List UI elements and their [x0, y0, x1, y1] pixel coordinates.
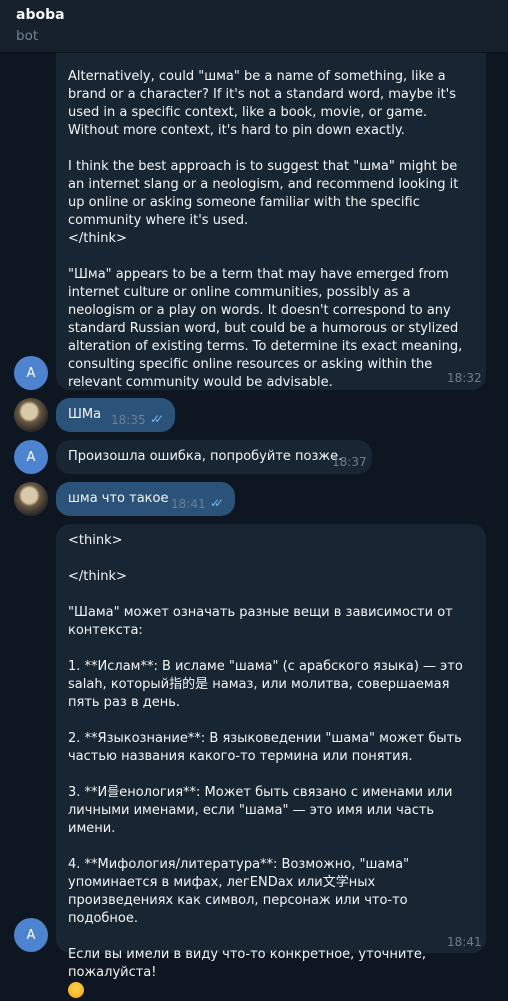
double-check-icon: ✓✓ [210, 496, 224, 510]
chat-header[interactable]: aboba bot [0, 0, 508, 53]
message-bubble-outgoing[interactable]: шма что такое [56, 482, 235, 516]
avatar-letter: A [26, 449, 36, 465]
bot-avatar[interactable]: A [14, 918, 48, 952]
message-text: Произошла ошибка, попробуйте позже. [68, 449, 343, 464]
smiling-face-icon [68, 982, 84, 998]
user-avatar[interactable] [14, 398, 48, 432]
message-text: ШМа [68, 407, 102, 422]
message-bubble-incoming[interactable]: word or sound effect. Alternatively, cou… [56, 22, 486, 390]
message-text: word or sound effect. Alternatively, cou… [68, 33, 463, 390]
message-text: <think> </think> "Шама" может означать р… [68, 533, 463, 980]
message-text: шма что такое [68, 491, 169, 506]
message-time: 18:32 [447, 371, 482, 385]
chat-title[interactable]: aboba [16, 7, 65, 23]
chat-status: bot [16, 28, 39, 44]
message-time: 18:37 [332, 455, 367, 469]
avatar-letter: A [26, 927, 36, 943]
bot-avatar[interactable]: A [14, 356, 48, 390]
message-bubble-incoming[interactable]: <think> </think> "Шама" может означать р… [56, 524, 486, 998]
avatar-letter: A [26, 365, 36, 381]
double-check-icon: ✓✓ [150, 412, 164, 426]
message-time: 18:35 [111, 413, 146, 427]
bot-avatar[interactable]: A [14, 440, 48, 474]
message-bubble-incoming[interactable]: Произошла ошибка, попробуйте позже. [56, 440, 372, 474]
message-time: 18:41 [171, 497, 206, 511]
user-avatar[interactable] [14, 482, 48, 516]
message-time: 18:41 [447, 935, 482, 949]
